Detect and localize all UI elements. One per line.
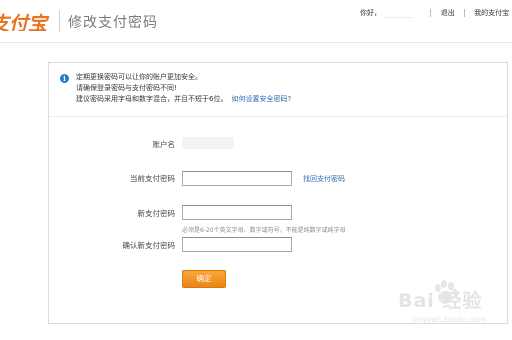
password-help-link[interactable]: 如何设置安全密码? (231, 95, 291, 103)
new-password-input[interactable] (182, 205, 292, 220)
current-password-input[interactable] (182, 171, 292, 186)
my-alipay-link[interactable]: 我的支付宝 (474, 8, 509, 18)
nav-separator (463, 9, 465, 17)
notice-line-2: 请确保登录密码与支付密码不同! (76, 84, 177, 92)
current-password-label: 当前支付密码 (130, 174, 175, 183)
header: 支付宝 修改支付密码 你好， 退出 我的支付宝 (0, 0, 512, 43)
security-notice: i 定期更换密码可以让你的账户更加安全。 请确保登录密码与支付密码不同! 建议密… (60, 72, 500, 112)
new-password-label: 新支付密码 (137, 209, 176, 218)
logout-link[interactable]: 退出 (441, 8, 455, 18)
alipay-logo[interactable]: 支付宝 (0, 9, 56, 31)
top-nav: 你好， 退出 我的支付宝 (360, 8, 509, 18)
notice-line-3: 建议密码采用字母和数字混合，并且不短于6位。 如何设置安全密码? (76, 94, 291, 105)
watermark-url: jingyan.baidu.com (412, 315, 486, 324)
new-password-hint: 必须是6-20个英文字母、数字或符号，不能是纯数字或纯字母 (182, 227, 346, 234)
notice-line-1: 定期更换密码可以让你的账户更加安全。 (76, 73, 202, 81)
header-divider (59, 10, 60, 32)
account-name-value (182, 137, 234, 149)
nav-greeting: 你好， (360, 9, 381, 17)
forgot-password-link[interactable]: 找回支付密码 (303, 174, 345, 184)
submit-button[interactable]: 确定 (182, 270, 226, 288)
account-label: 账户名 (152, 140, 176, 149)
nav-username (383, 8, 414, 18)
confirm-password-label: 确认新支付密码 (122, 241, 176, 250)
header-underline (0, 42, 512, 43)
notice-divider (49, 116, 507, 117)
watermark-text: Bai 经验 (398, 290, 483, 312)
notice-text: 定期更换密码可以让你的账户更加安全。 请确保登录密码与支付密码不同! 建议密码采… (76, 72, 291, 105)
logo-text: 支付宝 (0, 13, 48, 31)
page-title: 修改支付密码 (68, 15, 158, 31)
confirm-password-input[interactable] (182, 237, 292, 252)
notice-line-3-text: 建议密码采用字母和数字混合，并且不短于6位。 (76, 95, 228, 103)
info-icon: i (60, 74, 69, 83)
nav-separator (430, 9, 432, 17)
baidu-jingyan-watermark: Bai 经验 jingyan.baidu.com (392, 278, 508, 336)
